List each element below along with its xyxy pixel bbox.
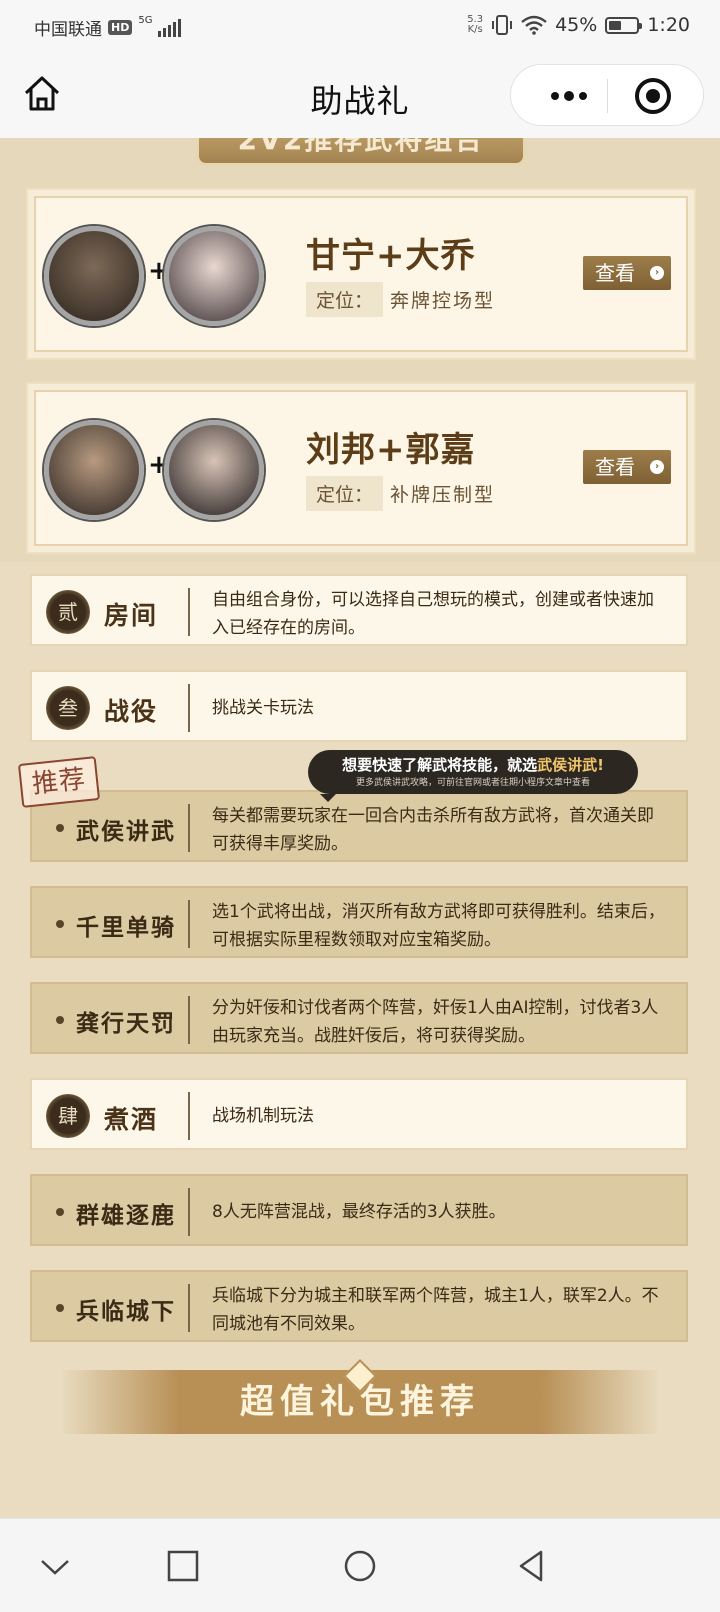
recent-apps-icon[interactable] — [166, 1549, 200, 1583]
signal-icon — [158, 18, 182, 37]
submode-item-binglin[interactable]: 兵临城下 兵临城下分为城主和联军两个阵营，城主1人，联军2人。不同城池有不同效果… — [30, 1270, 688, 1342]
view-button-label: 查看 — [595, 261, 635, 285]
bullet-icon — [56, 920, 64, 928]
divider — [188, 1092, 190, 1140]
submode-label: 武侯讲武 — [76, 819, 176, 845]
tip-bubble: 想要快速了解武将技能，就选武侯讲武! 更多武侯讲武攻略，可前往官网或者往期小程序… — [308, 750, 638, 802]
combo-name: 刘邦+郭嘉 — [306, 430, 476, 470]
vibrate-icon — [492, 15, 513, 35]
hd-badge: HD — [108, 20, 133, 35]
section-title-banner: 2V2推荐武将组合 — [196, 138, 526, 166]
view-button-label: 查看 — [595, 455, 635, 479]
mode-description: 战场机制玩法 — [212, 1106, 314, 1126]
mode-item-campaign[interactable]: 叁 战役 挑战关卡玩法 — [30, 670, 688, 742]
mode-description: 每关都需要玩家在一回合内击杀所有敌方武将，首次通关即可获得丰厚奖励。 — [212, 806, 654, 854]
mode-label: 战役 — [104, 697, 159, 726]
bullet-icon — [56, 1016, 64, 1024]
hero-avatar — [164, 226, 264, 326]
status-bar: 中国联通 HD 5G 5.3 K/s 45% 1:20 — [0, 0, 720, 52]
mode-description: 8人无阵营混战，最终存活的3人获胜。 — [212, 1202, 506, 1222]
submode-item-wuhou[interactable]: 武侯讲武 每关都需要玩家在一回合内击杀所有敌方武将，首次通关即可获得丰厚奖励。 — [30, 790, 688, 862]
seal-icon: 肆 — [46, 1094, 90, 1138]
clock: 1:20 — [647, 14, 690, 36]
combo-name: 甘宁+大乔 — [306, 236, 476, 276]
mode-description: 自由组合身份，可以选择自己想玩的模式，创建或者快速加入已经存在的房间。 — [212, 590, 654, 638]
submode-label: 千里单骑 — [76, 915, 176, 941]
divider — [188, 1284, 190, 1332]
network-speed: 5.3 K/s — [467, 15, 483, 35]
hero-avatar — [44, 226, 144, 326]
network-type: 5G — [138, 15, 153, 26]
seal-icon: 贰 — [46, 590, 90, 634]
divider — [188, 900, 190, 948]
hero-avatar — [44, 420, 144, 520]
mode-item-room[interactable]: 贰 房间 自由组合身份，可以选择自己想玩的模式，创建或者快速加入已经存在的房间。 — [30, 574, 688, 646]
status-right: 5.3 K/s 45% 1:20 — [467, 14, 690, 36]
bullet-icon — [56, 1304, 64, 1312]
home-circle-icon[interactable] — [343, 1549, 377, 1583]
submode-label: 兵临城下 — [76, 1299, 176, 1325]
view-combo-button[interactable]: 查看 › — [583, 450, 671, 484]
divider — [188, 1188, 190, 1236]
main-content: 2V2推荐武将组合 + 甘宁+大乔 定位： 奔牌控场型 查看 › + 刘邦+郭嘉… — [0, 138, 720, 1518]
speed-unit: K/s — [467, 24, 483, 35]
capsule-divider — [607, 79, 608, 113]
combo-card: + 刘邦+郭嘉 定位： 补牌压制型 查看 › — [26, 382, 696, 554]
close-miniprogram-icon[interactable] — [635, 78, 671, 114]
chevron-right-icon: › — [650, 266, 664, 280]
tip-text: 想要快速了解武将技能，就选武侯讲武! — [342, 756, 604, 774]
position-label: 定位： — [306, 476, 384, 511]
divider — [188, 588, 190, 636]
seal-icon: 叁 — [46, 686, 90, 730]
tip-highlight: 武侯讲武! — [537, 756, 604, 774]
position-label: 定位： — [306, 282, 384, 317]
carrier-name: 中国联通 — [34, 20, 102, 40]
back-triangle-icon[interactable] — [515, 1549, 549, 1583]
divider — [188, 684, 190, 732]
view-combo-button[interactable]: 查看 › — [583, 256, 671, 290]
mode-label: 煮酒 — [104, 1105, 159, 1134]
bullet-icon — [56, 824, 64, 832]
recommend-stamp: 推荐 — [17, 756, 101, 808]
combo-card: + 甘宁+大乔 定位： 奔牌控场型 查看 › — [26, 188, 696, 360]
submode-label: 群雄逐鹿 — [76, 1203, 176, 1229]
more-options-icon[interactable] — [539, 65, 599, 127]
nav-bar: 助战礼 — [0, 52, 720, 138]
divider — [188, 996, 190, 1044]
position-value: 补牌压制型 — [390, 484, 496, 506]
mode-description: 挑战关卡玩法 — [212, 698, 314, 718]
divider — [188, 804, 190, 852]
battery-percent: 45% — [555, 14, 598, 36]
submode-item-qianli[interactable]: 千里单骑 选1个武将出战，消灭所有敌方武将即可获得胜利。结束后，可根据实际里程数… — [30, 886, 688, 958]
mode-item-zhujiu[interactable]: 肆 煮酒 战场机制玩法 — [30, 1078, 688, 1150]
status-left: 中国联通 HD 5G — [34, 15, 182, 40]
mode-description: 分为奸佞和讨伐者两个阵营，奸佞1人由AI控制，讨伐者3人由玩家充当。战胜奸佞后，… — [212, 998, 659, 1046]
hero-avatar — [164, 420, 264, 520]
wifi-icon — [521, 15, 547, 35]
mode-description: 选1个武将出战，消灭所有敌方武将即可获得胜利。结束后，可根据实际里程数领取对应宝… — [212, 902, 665, 950]
chevron-down-icon[interactable] — [38, 1549, 72, 1583]
submode-item-gongxing[interactable]: 龚行天罚 分为奸佞和讨伐者两个阵营，奸佞1人由AI控制，讨伐者3人由玩家充当。战… — [30, 982, 688, 1054]
mode-description: 兵临城下分为城主和联军两个阵营，城主1人，联军2人。不同城池有不同效果。 — [212, 1286, 659, 1334]
chevron-right-icon: › — [650, 460, 664, 474]
tip-subtext: 更多武侯讲武攻略，可前往官网或者往期小程序文章中查看 — [355, 778, 590, 788]
submode-label: 龚行天罚 — [76, 1011, 176, 1037]
bullet-icon — [56, 1208, 64, 1216]
position-value: 奔牌控场型 — [390, 290, 496, 312]
mode-label: 房间 — [104, 601, 159, 630]
gift-pack-banner[interactable]: 超值礼包推荐 — [60, 1370, 660, 1434]
submode-item-qunxiong[interactable]: 群雄逐鹿 8人无阵营混战，最终存活的3人获胜。 — [30, 1174, 688, 1246]
battery-icon — [605, 16, 643, 34]
miniprogram-capsule — [510, 64, 704, 126]
combo-section: 2V2推荐武将组合 + 甘宁+大乔 定位： 奔牌控场型 查看 › + 刘邦+郭嘉… — [0, 138, 720, 562]
system-nav-bar — [0, 1518, 720, 1612]
